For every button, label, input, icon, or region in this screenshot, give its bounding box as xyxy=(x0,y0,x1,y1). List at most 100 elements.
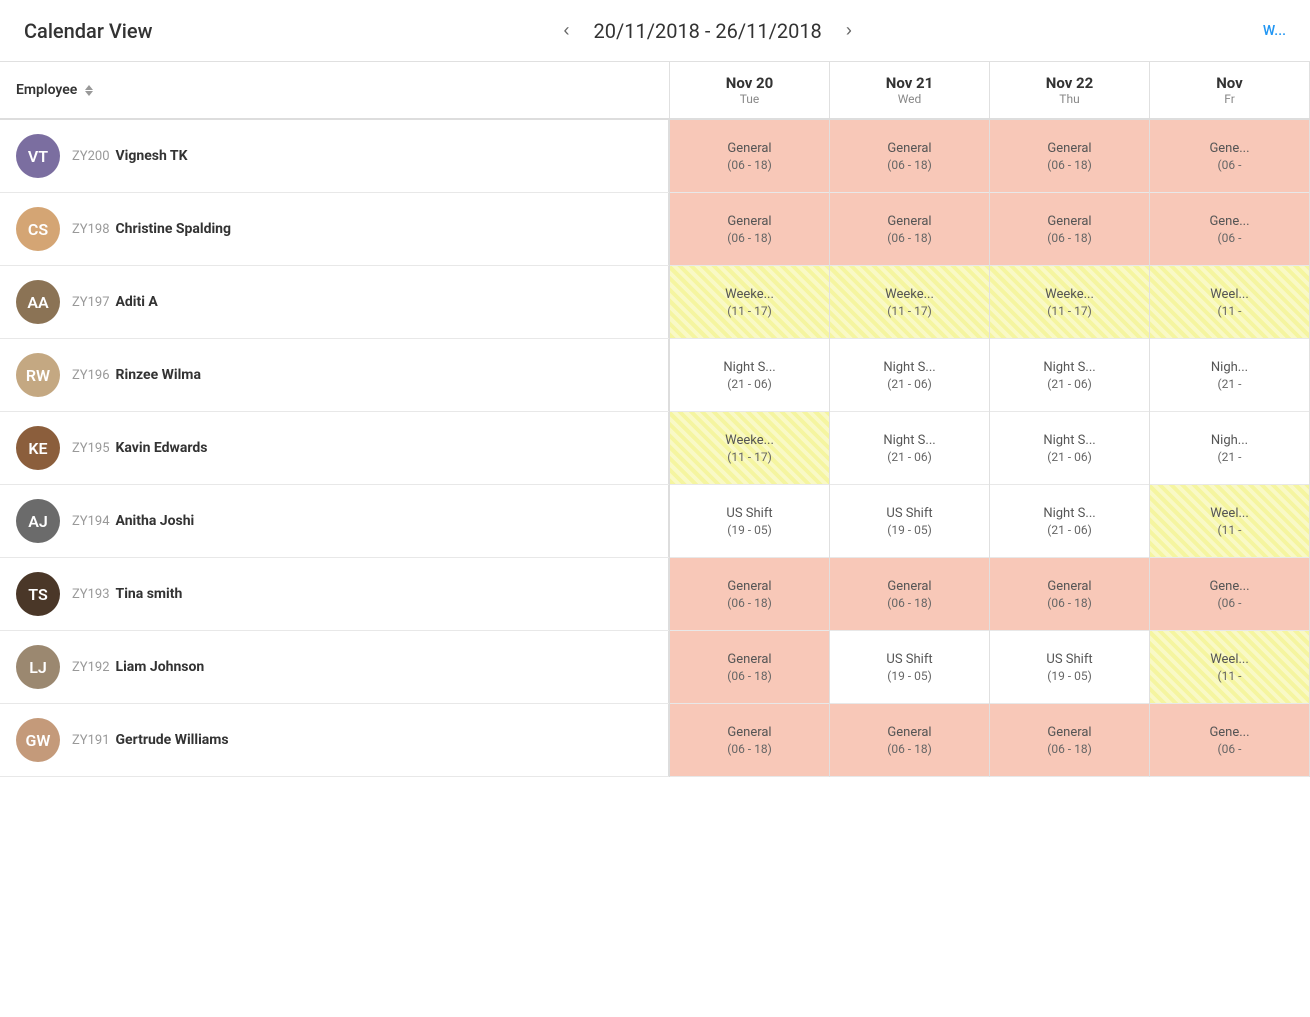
employee-td: AA ZY197Aditi A xyxy=(0,266,670,339)
shift-block: Night S...(21 - 06) xyxy=(830,339,989,411)
employee-td: AJZY194Anitha Joshi xyxy=(0,485,670,558)
shift-cell[interactable]: Night S...(21 - 06) xyxy=(990,485,1150,558)
shift-time: (06 - 18) xyxy=(1047,596,1092,610)
shift-block: General(06 - 18) xyxy=(830,193,989,265)
shift-block: Weeke...(11 - 17) xyxy=(830,266,989,338)
shift-name: General xyxy=(1047,214,1091,229)
shift-cell[interactable]: General(06 - 18) xyxy=(670,193,830,266)
top-right-link[interactable]: W... xyxy=(1263,23,1286,39)
header-row: Employee Nov 20 Tue Nov 21 Wed xyxy=(0,62,1310,119)
shift-cell[interactable]: Night S... (21 - 06) xyxy=(830,412,990,485)
employee-id: ZY193 xyxy=(72,587,110,602)
shift-name: Night S... xyxy=(1043,360,1095,375)
shift-cell[interactable]: Gene...(06 - xyxy=(1150,119,1310,193)
shift-cell[interactable]: Weeke...(11 - 17) xyxy=(670,266,830,339)
shift-time: (06 - xyxy=(1218,158,1242,172)
shift-cell[interactable]: General(06 - 18) xyxy=(990,193,1150,266)
shift-block: General(06 - 18) xyxy=(670,558,829,630)
shift-cell[interactable]: General(06 - 18) xyxy=(830,704,990,777)
sort-icon[interactable] xyxy=(85,85,93,96)
shift-cell[interactable]: Weeke...(11 - 17) xyxy=(990,266,1150,339)
employee-id: ZY198 xyxy=(72,222,110,237)
shift-block: Night S... (21 - 06) xyxy=(990,339,1149,411)
employee-name: Christine Spalding xyxy=(116,221,231,237)
shift-cell[interactable]: Night S...(21 - 06) xyxy=(830,339,990,412)
shift-cell[interactable]: General(06 - 18) xyxy=(670,704,830,777)
shift-cell[interactable]: General(06 - 18) xyxy=(830,193,990,266)
shift-cell[interactable]: General(06 - 18) xyxy=(670,558,830,631)
shift-cell[interactable]: Weeke...(11 - 17) xyxy=(670,412,830,485)
day-name-nov22: Nov 22 xyxy=(998,74,1141,92)
shift-cell[interactable]: General(06 - 18) xyxy=(990,704,1150,777)
shift-cell[interactable]: US Shift(19 - 05) xyxy=(990,631,1150,704)
day-label-nov21: Wed xyxy=(838,92,981,106)
shift-cell[interactable]: Nigh...(21 - xyxy=(1150,339,1310,412)
employee-name: Vignesh TK xyxy=(116,148,188,164)
shift-cell[interactable]: General(06 - 18) xyxy=(670,631,830,704)
prev-button[interactable]: ‹ xyxy=(556,16,578,45)
shift-cell[interactable]: US Shift(19 - 05) xyxy=(830,631,990,704)
shift-cell[interactable]: Night S... (21 - 06) xyxy=(990,412,1150,485)
employee-cell: GWZY191Gertrude Williams xyxy=(0,704,669,776)
shift-block: General(06 - 18) xyxy=(990,704,1149,776)
shift-name: Night S... xyxy=(723,360,775,375)
employee-cell: KEZY195Kavin Edwards xyxy=(0,412,669,484)
shift-name: General xyxy=(727,579,771,594)
shift-cell[interactable]: Weel...(11 - xyxy=(1150,631,1310,704)
shift-name: Weel... xyxy=(1210,506,1249,521)
shift-cell[interactable]: US Shift(19 - 05) xyxy=(670,485,830,558)
shift-time: (11 - 17) xyxy=(727,304,772,318)
shift-cell[interactable]: General(06 - 18) xyxy=(990,119,1150,193)
shift-block: Gene...(06 - xyxy=(1150,193,1309,265)
shift-cell[interactable]: Gene...(06 - xyxy=(1150,558,1310,631)
shift-time: (11 - xyxy=(1218,669,1242,683)
shift-cell[interactable]: Gene...(06 - xyxy=(1150,704,1310,777)
shift-cell[interactable]: General(06 - 18) xyxy=(990,558,1150,631)
shift-time: (06 - 18) xyxy=(1047,742,1092,756)
employee-td: VTZY200Vignesh TK xyxy=(0,119,670,193)
shift-block: Weeke...(11 - 17) xyxy=(990,266,1149,338)
shift-name: Weel... xyxy=(1210,287,1249,302)
shift-block: US Shift(19 - 05) xyxy=(670,485,829,557)
shift-time: (21 - 06) xyxy=(1047,377,1092,391)
shift-cell[interactable]: General(06 - 18) xyxy=(670,119,830,193)
shift-name: General xyxy=(887,725,931,740)
shift-name: Night S... xyxy=(883,433,935,448)
shift-cell[interactable]: US Shift(19 - 05) xyxy=(830,485,990,558)
day-name-nov20: Nov 20 xyxy=(678,74,821,92)
shift-cell[interactable]: Weel...(11 - xyxy=(1150,485,1310,558)
employee-td: RWZY196Rinzee Wilma xyxy=(0,339,670,412)
shift-name: Nigh... xyxy=(1211,433,1248,448)
shift-block: General(06 - 18) xyxy=(670,193,829,265)
shift-cell[interactable]: Nigh...(21 - xyxy=(1150,412,1310,485)
shift-cell[interactable]: Weel... (11 - xyxy=(1150,266,1310,339)
next-button[interactable]: › xyxy=(838,16,860,45)
shift-cell[interactable]: Gene...(06 - xyxy=(1150,193,1310,266)
shift-name: US Shift xyxy=(886,652,932,667)
day-name-nov23: Nov xyxy=(1158,74,1301,92)
shift-time: (06 - 18) xyxy=(727,158,772,172)
employee-info: ZY197Aditi A xyxy=(72,294,158,310)
shift-block: General(06 - 18) xyxy=(670,631,829,703)
shift-time: (21 - xyxy=(1218,377,1242,391)
employee-header-label: Employee xyxy=(16,82,77,98)
shift-time: (21 - 06) xyxy=(1047,450,1092,464)
shift-name: General xyxy=(1047,141,1091,156)
shift-cell[interactable]: General(06 - 18) xyxy=(830,119,990,193)
shift-time: (21 - 06) xyxy=(887,450,932,464)
shift-name: General xyxy=(727,725,771,740)
calendar-table: Employee Nov 20 Tue Nov 21 Wed xyxy=(0,62,1310,777)
shift-name: Night S... xyxy=(1043,433,1095,448)
shift-block: Night S... (21 - 06) xyxy=(830,412,989,484)
shift-cell[interactable]: General(06 - 18) xyxy=(830,558,990,631)
table-row: KEZY195Kavin EdwardsWeeke...(11 - 17)Nig… xyxy=(0,412,1310,485)
employee-td: CSZY198Christine Spalding xyxy=(0,193,670,266)
shift-cell[interactable]: Night S...(21 - 06) xyxy=(670,339,830,412)
avatar: AA xyxy=(16,280,60,324)
shift-time: (11 - xyxy=(1218,304,1242,318)
shift-cell[interactable]: Weeke...(11 - 17) xyxy=(830,266,990,339)
shift-block: General(06 - 18) xyxy=(830,120,989,192)
employee-name: Tina smith xyxy=(116,586,183,602)
shift-time: (06 - 18) xyxy=(887,158,932,172)
shift-cell[interactable]: Night S... (21 - 06) xyxy=(990,339,1150,412)
